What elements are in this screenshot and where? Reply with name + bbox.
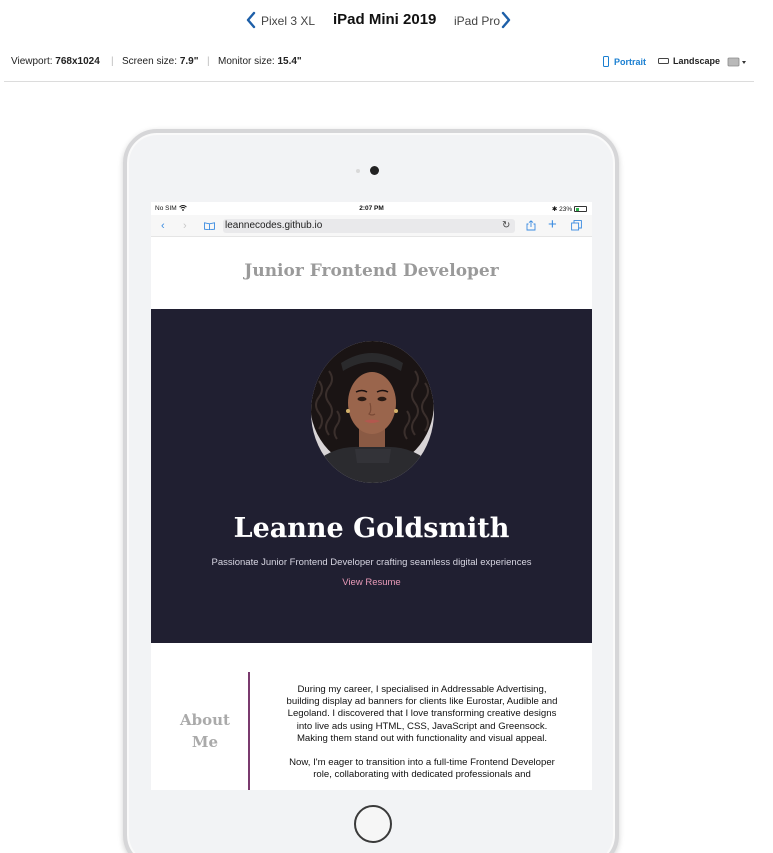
profile-photo	[311, 341, 434, 483]
next-device-link[interactable]: iPad Pro	[454, 14, 500, 28]
monitor-size-info: Monitor size: 15.4"	[218, 56, 302, 67]
address-bar[interactable]: leannecodes.github.io	[223, 219, 515, 233]
chevron-left-icon[interactable]	[245, 11, 257, 29]
portrait-toggle[interactable]: Portrait	[603, 56, 646, 67]
site-title: Junior Frontend Developer	[244, 261, 499, 281]
viewport-label: Viewport:	[11, 56, 53, 67]
screen-size-info: Screen size: 7.9"	[122, 56, 198, 67]
browser-toolbar: ‹ › leannecodes.github.io ↻ +	[151, 215, 592, 237]
device-frame-menu-icon[interactable]	[727, 57, 747, 67]
device-switcher: Pixel 3 XL iPad Mini 2019 iPad Pro	[0, 0, 773, 44]
hero-tagline: Passionate Junior Frontend Developer cra…	[211, 557, 532, 568]
bookmarks-icon[interactable]	[204, 222, 215, 230]
about-text: During my career, I specialised in Addre…	[282, 684, 562, 790]
about-heading: About Me	[180, 711, 230, 751]
hero-name: Leanne Goldsmith	[233, 513, 510, 544]
landscape-label: Landscape	[673, 56, 721, 66]
device-screen: No SIM 2:07 PM ✱ 23% ‹ › leannecodes.git…	[151, 202, 592, 790]
chevron-right-icon[interactable]	[500, 11, 512, 29]
monitor-size-label: Monitor size:	[218, 56, 275, 67]
current-device-title: iPad Mini 2019	[333, 11, 437, 28]
about-paragraph: During my career, I specialised in Addre…	[286, 684, 558, 744]
battery-percent: 23%	[559, 206, 573, 213]
status-time: 2:07 PM	[359, 205, 384, 212]
back-icon[interactable]: ‹	[161, 220, 165, 232]
divider: |	[111, 56, 114, 67]
viewport-value: 768x1024	[55, 56, 100, 67]
camera-icon	[370, 166, 379, 175]
divider: |	[207, 56, 210, 67]
share-icon[interactable]	[526, 220, 536, 231]
divider-line	[4, 81, 754, 82]
sensor-dot	[356, 169, 360, 173]
hero-section: Leanne Goldsmith Passionate Junior Front…	[151, 309, 592, 643]
view-resume-link[interactable]: View Resume	[151, 577, 592, 588]
screen-size-value: 7.9"	[179, 56, 199, 67]
prev-device-link[interactable]: Pixel 3 XL	[261, 14, 315, 28]
battery-status: ✱ 23%	[552, 205, 587, 213]
ios-status-bar: No SIM 2:07 PM ✱ 23%	[151, 202, 592, 215]
reload-icon[interactable]: ↻	[502, 220, 510, 231]
about-paragraph: Now, I'm eager to transition into a full…	[289, 757, 555, 781]
new-tab-icon[interactable]: +	[548, 217, 557, 232]
portrait-label: Portrait	[614, 57, 647, 67]
forward-icon[interactable]: ›	[183, 220, 187, 232]
about-divider	[248, 672, 250, 790]
home-button[interactable]	[354, 805, 392, 843]
screen-size-label: Screen size:	[122, 56, 178, 67]
viewport-info: Viewport: 768x1024	[11, 56, 100, 67]
battery-icon	[574, 206, 587, 212]
landscape-toggle[interactable]: Landscape	[658, 56, 720, 66]
portrait-icon	[603, 56, 609, 67]
bluetooth-icon: ✱	[551, 206, 558, 213]
tabs-icon[interactable]	[571, 220, 582, 231]
url-text: leannecodes.github.io	[225, 220, 323, 231]
landscape-icon	[658, 58, 669, 64]
monitor-size-value: 15.4"	[277, 56, 302, 67]
info-bar: Viewport: 768x1024 | Screen size: 7.9" |…	[0, 48, 773, 78]
